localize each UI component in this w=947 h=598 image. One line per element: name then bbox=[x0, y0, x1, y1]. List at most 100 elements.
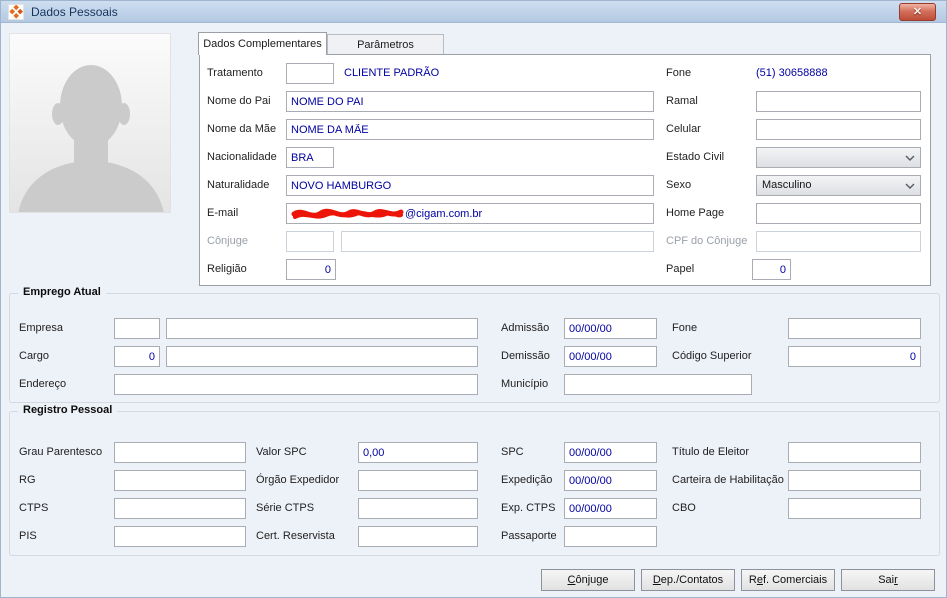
titulo-eleitor-label: Título de Eleitor bbox=[672, 446, 750, 458]
tratamento-label: Tratamento bbox=[207, 67, 263, 79]
fone-label: Fone bbox=[666, 67, 692, 79]
celular-label: Celular bbox=[666, 123, 701, 135]
titulo-eleitor-input[interactable] bbox=[788, 442, 921, 463]
grau-parentesco-label: Grau Parentesco bbox=[19, 446, 103, 458]
ctps-input[interactable] bbox=[114, 498, 246, 519]
email-label: E-mail bbox=[207, 207, 239, 219]
window-title: Dados Pessoais bbox=[31, 5, 118, 19]
valor-spc-input[interactable] bbox=[358, 442, 478, 463]
conjuge-button[interactable]: Cônjuge bbox=[541, 569, 635, 591]
email-visible-text: @cigam.com.br bbox=[405, 207, 483, 220]
expedicao-label: Expedição bbox=[501, 474, 553, 486]
naturalidade-input[interactable] bbox=[286, 175, 654, 196]
nome-mae-input[interactable] bbox=[286, 119, 654, 140]
photo-placeholder bbox=[9, 33, 171, 213]
cargo-name-input[interactable] bbox=[166, 346, 478, 367]
demissao-label: Demissão bbox=[501, 350, 550, 362]
grau-parentesco-input[interactable] bbox=[114, 442, 246, 463]
sexo-value: Masculino bbox=[762, 179, 812, 191]
serie-ctps-input[interactable] bbox=[358, 498, 478, 519]
nacionalidade-label: Nacionalidade bbox=[207, 151, 277, 163]
nome-pai-input[interactable] bbox=[286, 91, 654, 112]
empresa-name-input[interactable] bbox=[166, 318, 478, 339]
fone-display: (51) 30658888 bbox=[756, 67, 828, 79]
endereco-input[interactable] bbox=[114, 374, 478, 395]
cargo-code-input[interactable] bbox=[114, 346, 160, 367]
emprego-fone-label: Fone bbox=[672, 322, 698, 334]
ramal-label: Ramal bbox=[666, 95, 698, 107]
tab-dados-complementares[interactable]: Dados Complementares bbox=[198, 32, 327, 55]
demissao-input[interactable] bbox=[564, 346, 657, 367]
spc-label: SPC bbox=[501, 446, 524, 458]
celular-input[interactable] bbox=[756, 119, 921, 140]
conjuge-label: Cônjuge bbox=[207, 235, 248, 247]
codigo-superior-label: Código Superior bbox=[672, 350, 752, 362]
cbo-input[interactable] bbox=[788, 498, 921, 519]
admissao-input[interactable] bbox=[564, 318, 657, 339]
ref-comerciais-button[interactable]: Ref. Comerciais bbox=[741, 569, 835, 591]
emprego-atual-title: Emprego Atual bbox=[18, 286, 106, 298]
naturalidade-label: Naturalidade bbox=[207, 179, 270, 191]
tratamento-display: CLIENTE PADRÃO bbox=[344, 67, 440, 79]
papel-label: Papel bbox=[666, 263, 695, 275]
carteira-habilitacao-input[interactable] bbox=[788, 470, 921, 491]
cbo-label: CBO bbox=[672, 502, 696, 514]
orgao-expedidor-label: Órgão Expedidor bbox=[256, 474, 340, 486]
close-button[interactable]: ✕ bbox=[899, 3, 936, 21]
endereco-label: Endereço bbox=[19, 378, 67, 390]
empresa-code-input[interactable] bbox=[114, 318, 160, 339]
person-silhouette-icon bbox=[18, 65, 164, 212]
dados-pessoais-window: Dados Pessoais ✕ Parâmetros Dados Comple… bbox=[0, 0, 947, 598]
ramal-input[interactable] bbox=[756, 91, 921, 112]
religiao-input[interactable] bbox=[286, 259, 336, 280]
title-bar: Dados Pessoais ✕ bbox=[1, 1, 946, 23]
rg-input[interactable] bbox=[114, 470, 246, 491]
nome-pai-label: Nome do Pai bbox=[207, 95, 271, 107]
passaporte-label: Passaporte bbox=[501, 530, 557, 542]
ctps-label: CTPS bbox=[19, 502, 49, 514]
cpf-conjuge-label: CPF do Cônjuge bbox=[666, 235, 748, 247]
rg-label: RG bbox=[19, 474, 36, 486]
papel-input[interactable] bbox=[752, 259, 791, 280]
emprego-fone-input[interactable] bbox=[788, 318, 921, 339]
pis-input[interactable] bbox=[114, 526, 246, 547]
tratamento-input[interactable] bbox=[286, 63, 334, 84]
estado-civil-label: Estado Civil bbox=[666, 151, 725, 163]
nome-mae-label: Nome da Mãe bbox=[207, 123, 277, 135]
valor-spc-label: Valor SPC bbox=[256, 446, 307, 458]
redaction-scribble bbox=[291, 208, 404, 219]
estado-civil-dropdown[interactable] bbox=[756, 147, 921, 168]
conjuge-name-input bbox=[341, 231, 654, 252]
home-page-input[interactable] bbox=[756, 203, 921, 224]
email-field[interactable]: @cigam.com.br bbox=[286, 203, 654, 224]
passaporte-input[interactable] bbox=[564, 526, 657, 547]
cert-reservista-label: Cert. Reservista bbox=[256, 530, 335, 542]
conjuge-code-input bbox=[286, 231, 334, 252]
sexo-dropdown[interactable]: Masculino bbox=[756, 175, 921, 196]
religiao-label: Religião bbox=[207, 263, 247, 275]
sexo-label: Sexo bbox=[666, 179, 692, 191]
home-page-label: Home Page bbox=[666, 207, 725, 219]
codigo-superior-input[interactable] bbox=[788, 346, 921, 367]
expedicao-input[interactable] bbox=[564, 470, 657, 491]
orgao-expedidor-input[interactable] bbox=[358, 470, 478, 491]
cert-reservista-input[interactable] bbox=[358, 526, 478, 547]
spc-input[interactable] bbox=[564, 442, 657, 463]
chevron-down-icon bbox=[905, 155, 915, 161]
close-icon: ✕ bbox=[912, 6, 923, 18]
sair-button[interactable]: Sair bbox=[841, 569, 935, 591]
serie-ctps-label: Série CTPS bbox=[256, 502, 315, 514]
carteira-habilitacao-label: Carteira de Habilitação bbox=[672, 474, 784, 486]
nacionalidade-input[interactable] bbox=[286, 147, 334, 168]
exp-ctps-input[interactable] bbox=[564, 498, 657, 519]
municipio-label: Município bbox=[501, 378, 549, 390]
registro-pessoal-title: Registro Pessoal bbox=[18, 404, 118, 416]
dep-contatos-button[interactable]: Dep./Contatos bbox=[641, 569, 735, 591]
app-logo-icon bbox=[8, 4, 24, 20]
municipio-input[interactable] bbox=[564, 374, 752, 395]
empresa-label: Empresa bbox=[19, 322, 64, 334]
cpf-conjuge-input bbox=[756, 231, 921, 252]
chevron-down-icon bbox=[905, 183, 915, 189]
exp-ctps-label: Exp. CTPS bbox=[501, 502, 556, 514]
tab-parametros[interactable]: Parâmetros bbox=[327, 34, 444, 55]
